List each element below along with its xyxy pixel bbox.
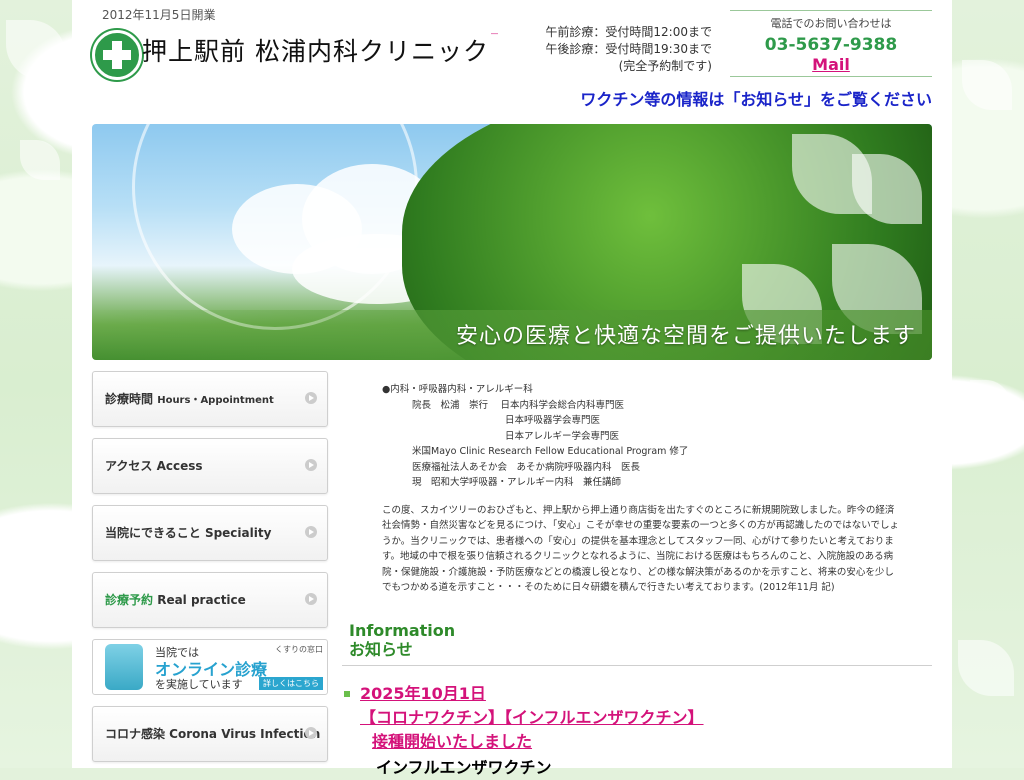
contact-label: 電話でのお問い合わせは (770, 17, 892, 30)
news-date-link[interactable]: 2025年10月1日 (360, 682, 704, 706)
sidebar-item-label: アクセス Access (105, 459, 203, 473)
career-line: 医療福祉法人あそか会 あそか病院呼吸器内科 医長 (412, 461, 641, 473)
medical-cross-icon[interactable] (92, 30, 142, 80)
hero-banner: 安心の医療と快適な空間をご提供いたします (92, 124, 932, 360)
news-item: 2025年10月1日 【コロナワクチン】【インフルエンザワクチン】 接種開始いた… (344, 682, 704, 780)
online-consultation-banner[interactable]: 当院では オンライン診療 を実施しています くすりの窓口 詳しくはこちら (92, 639, 328, 695)
established-date: 2012年11月5日開業 (102, 8, 216, 22)
sidebar-item-label: コロナ感染 Corona Virus Infection (105, 727, 321, 741)
contact-box: 電話でのお問い合わせは 03-5637-9388 Mail (730, 10, 932, 77)
logo-accent: ‾ (490, 32, 499, 48)
afternoon-hours: 午後診療：受付時間19:30まで (545, 42, 712, 56)
information-heading: Information お知らせ (349, 621, 455, 659)
chevron-right-icon (305, 593, 317, 605)
morning-hours: 午前診療：受付時間12:00まで (545, 25, 712, 39)
consultation-hours: 午前診療：受付時間12:00まで 午後診療：受付時間19:30まで (完全予約制… (512, 24, 712, 75)
sidebar-nav: 診療時間 Hours・Appointment アクセス Access 当院にでき… (92, 371, 328, 773)
information-title-ja: お知らせ (349, 640, 413, 659)
sidebar-item-hours[interactable]: 診療時間 Hours・Appointment (92, 371, 328, 427)
vaccine-notice: ワクチン等の情報は「お知らせ」をご覧ください (580, 90, 932, 109)
news-headline-link[interactable]: 接種開始いたしました (372, 730, 704, 754)
greeting-text: この度、スカイツリーのおひざもと、押上駅から押上通り商店街を出たすぐのところに新… (382, 504, 899, 594)
banner-tag: くすりの窓口 (275, 645, 323, 654)
sidebar-item-label: 診療時間 Hours・Appointment (105, 392, 274, 406)
clinic-logo-title[interactable]: 押上駅前 松浦内科クリニック ‾ (142, 32, 499, 68)
chevron-right-icon (305, 727, 317, 739)
divider (342, 665, 932, 666)
certification: 日本呼吸器学会専門医 (505, 415, 601, 426)
chevron-right-icon (305, 392, 317, 404)
career-line: 米国Mayo Clinic Research Fellow Educationa… (412, 446, 689, 457)
hero-tagline: 安心の医療と快適な空間をご提供いたします (455, 324, 916, 349)
reservation-note: (完全予約制です) (618, 59, 712, 73)
news-subheading: インフルエンザワクチン (376, 758, 552, 777)
sidebar-item-speciality[interactable]: 当院にできること Speciality (92, 505, 328, 561)
sidebar-item-label: 当院にできること Speciality (105, 526, 272, 540)
banner-more-button[interactable]: 詳しくはこちら (259, 677, 323, 690)
chevron-right-icon (305, 526, 317, 538)
banner-line3: を実施しています (155, 678, 243, 691)
mail-link[interactable]: Mail (730, 55, 932, 74)
news-headline-link[interactable]: 【コロナワクチン】【インフルエンザワクチン】 (360, 706, 704, 730)
certification: 日本アレルギー学会専門医 (505, 430, 620, 442)
director-line: 院長 松浦 崇行 日本内科学会総合内科専門医 (412, 399, 625, 411)
sidebar-item-corona[interactable]: コロナ感染 Corona Virus Infection (92, 706, 328, 762)
clinic-profile: ●内科・呼吸器内科・アレルギー科 院長 松浦 崇行 日本内科学会総合内科専門医 … (382, 382, 902, 596)
information-title-en: Information (349, 621, 456, 640)
sidebar-item-label: 診療予約 Real practice (105, 593, 246, 607)
phone-number[interactable]: 03-5637-9388 (730, 35, 932, 55)
career-line: 現 昭和大学呼吸器・アレルギー内科 兼任講師 (412, 477, 622, 488)
department-line: ●内科・呼吸器内科・アレルギー科 (382, 384, 533, 395)
clinic-name[interactable]: 押上駅前 松浦内科クリニック (142, 37, 489, 66)
smartphone-icon (105, 644, 143, 690)
chevron-right-icon (305, 459, 317, 471)
sidebar-item-reservation[interactable]: 診療予約 Real practice (92, 572, 328, 628)
sidebar-item-access[interactable]: アクセス Access (92, 438, 328, 494)
page-wrapper: 2012年11月5日開業 押上駅前 松浦内科クリニック ‾ 午前診療：受付時間12… (72, 0, 952, 777)
bullet-icon (344, 691, 350, 697)
